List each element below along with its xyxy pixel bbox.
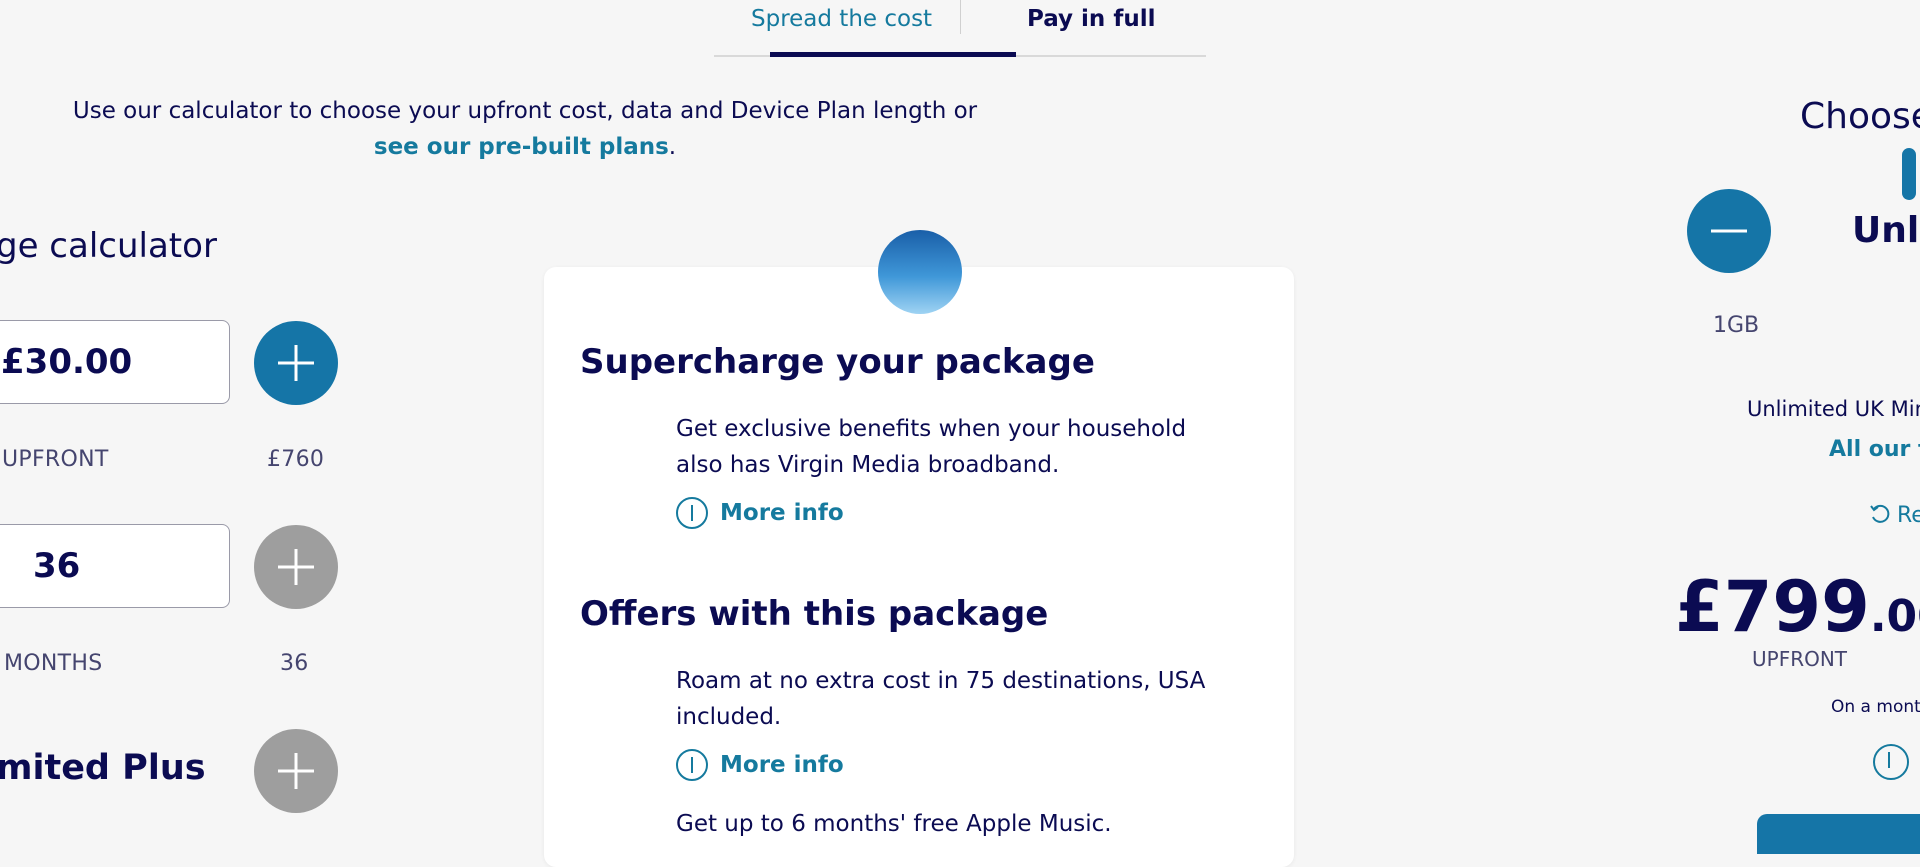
months-max-label: 36	[280, 651, 309, 676]
reset-icon	[1870, 504, 1890, 523]
selected-data-name: Unli	[1852, 210, 1920, 251]
upfront-input[interactable]: £30.00	[0, 320, 230, 404]
increase-months-button[interactable]	[254, 525, 338, 609]
data-min-label: 1GB	[1713, 313, 1760, 338]
intro-text: Use our calculator to choose your upfron…	[60, 93, 990, 165]
reset-label: Re	[1897, 503, 1920, 528]
more-info-label: More info	[720, 500, 844, 526]
months-value: 36	[33, 546, 81, 586]
primary-action-button[interactable]	[1757, 814, 1920, 854]
apple-music-offer-text: Get up to 6 months' free Apple Music.	[676, 811, 1112, 837]
card-badge-icon	[878, 230, 962, 314]
decrease-data-button[interactable]	[1687, 189, 1771, 273]
plus-icon	[278, 753, 314, 789]
info-icon	[676, 497, 708, 529]
upfront-value: £30.00	[1, 342, 133, 382]
payment-tabs: Spread the cost Pay in full	[714, 0, 1206, 57]
supercharge-text: Get exclusive benefits when your househo…	[676, 416, 1187, 478]
intro-sentence: Use our calculator to choose your upfron…	[72, 98, 978, 124]
upfront-price: £799.00†	[1675, 566, 1920, 648]
plus-icon	[278, 345, 314, 381]
calculator-title: ge calculator	[0, 226, 217, 266]
roaming-offer-text: Roam at no extra cost in 75 destinations…	[676, 668, 1206, 730]
price-info-button[interactable]	[1873, 744, 1909, 780]
choose-heading: Choose	[1800, 96, 1920, 137]
offers-heading: Offers with this package	[580, 594, 1049, 634]
intro-period: .	[668, 134, 677, 160]
data-plan-name: mited Plus	[0, 748, 206, 788]
increase-upfront-button[interactable]	[254, 321, 338, 405]
tab-separator	[960, 0, 961, 34]
minus-icon	[1711, 229, 1747, 233]
more-info-link-2[interactable]: More info	[676, 749, 844, 781]
reset-button[interactable]: Re	[1869, 503, 1920, 528]
info-icon	[676, 749, 708, 781]
months-input[interactable]: 36	[0, 524, 230, 608]
more-info-link-1[interactable]: More info	[676, 497, 844, 529]
all-our-link[interactable]: All our t	[1829, 437, 1920, 462]
price-main: £799	[1675, 566, 1870, 648]
monthly-note: On a mont	[1831, 697, 1920, 717]
tab-active-indicator	[770, 52, 1016, 57]
increase-data-button[interactable]	[254, 729, 338, 813]
months-label: MONTHS	[4, 651, 103, 676]
supercharge-heading: Supercharge your package	[580, 342, 1095, 382]
data-slider-handle[interactable]	[1902, 148, 1916, 200]
tab-spread-the-cost[interactable]: Spread the cost	[751, 6, 932, 32]
prebuilt-plans-link[interactable]: see our pre-built plans	[374, 134, 669, 160]
upfront-label: UPFRONT	[2, 447, 109, 472]
minutes-texts-summary: Unlimited UK Min	[1747, 397, 1920, 421]
plus-icon	[278, 549, 314, 585]
upfront-max-label: £760	[267, 447, 325, 472]
more-info-label: More info	[720, 752, 844, 778]
package-benefits-card: Supercharge your package Get exclusive b…	[544, 267, 1294, 867]
tab-pay-in-full[interactable]: Pay in full	[1027, 6, 1155, 32]
price-upfront-label: UPFRONT	[1752, 647, 1848, 671]
info-icon	[1873, 744, 1909, 780]
price-cents: .00	[1869, 591, 1920, 642]
